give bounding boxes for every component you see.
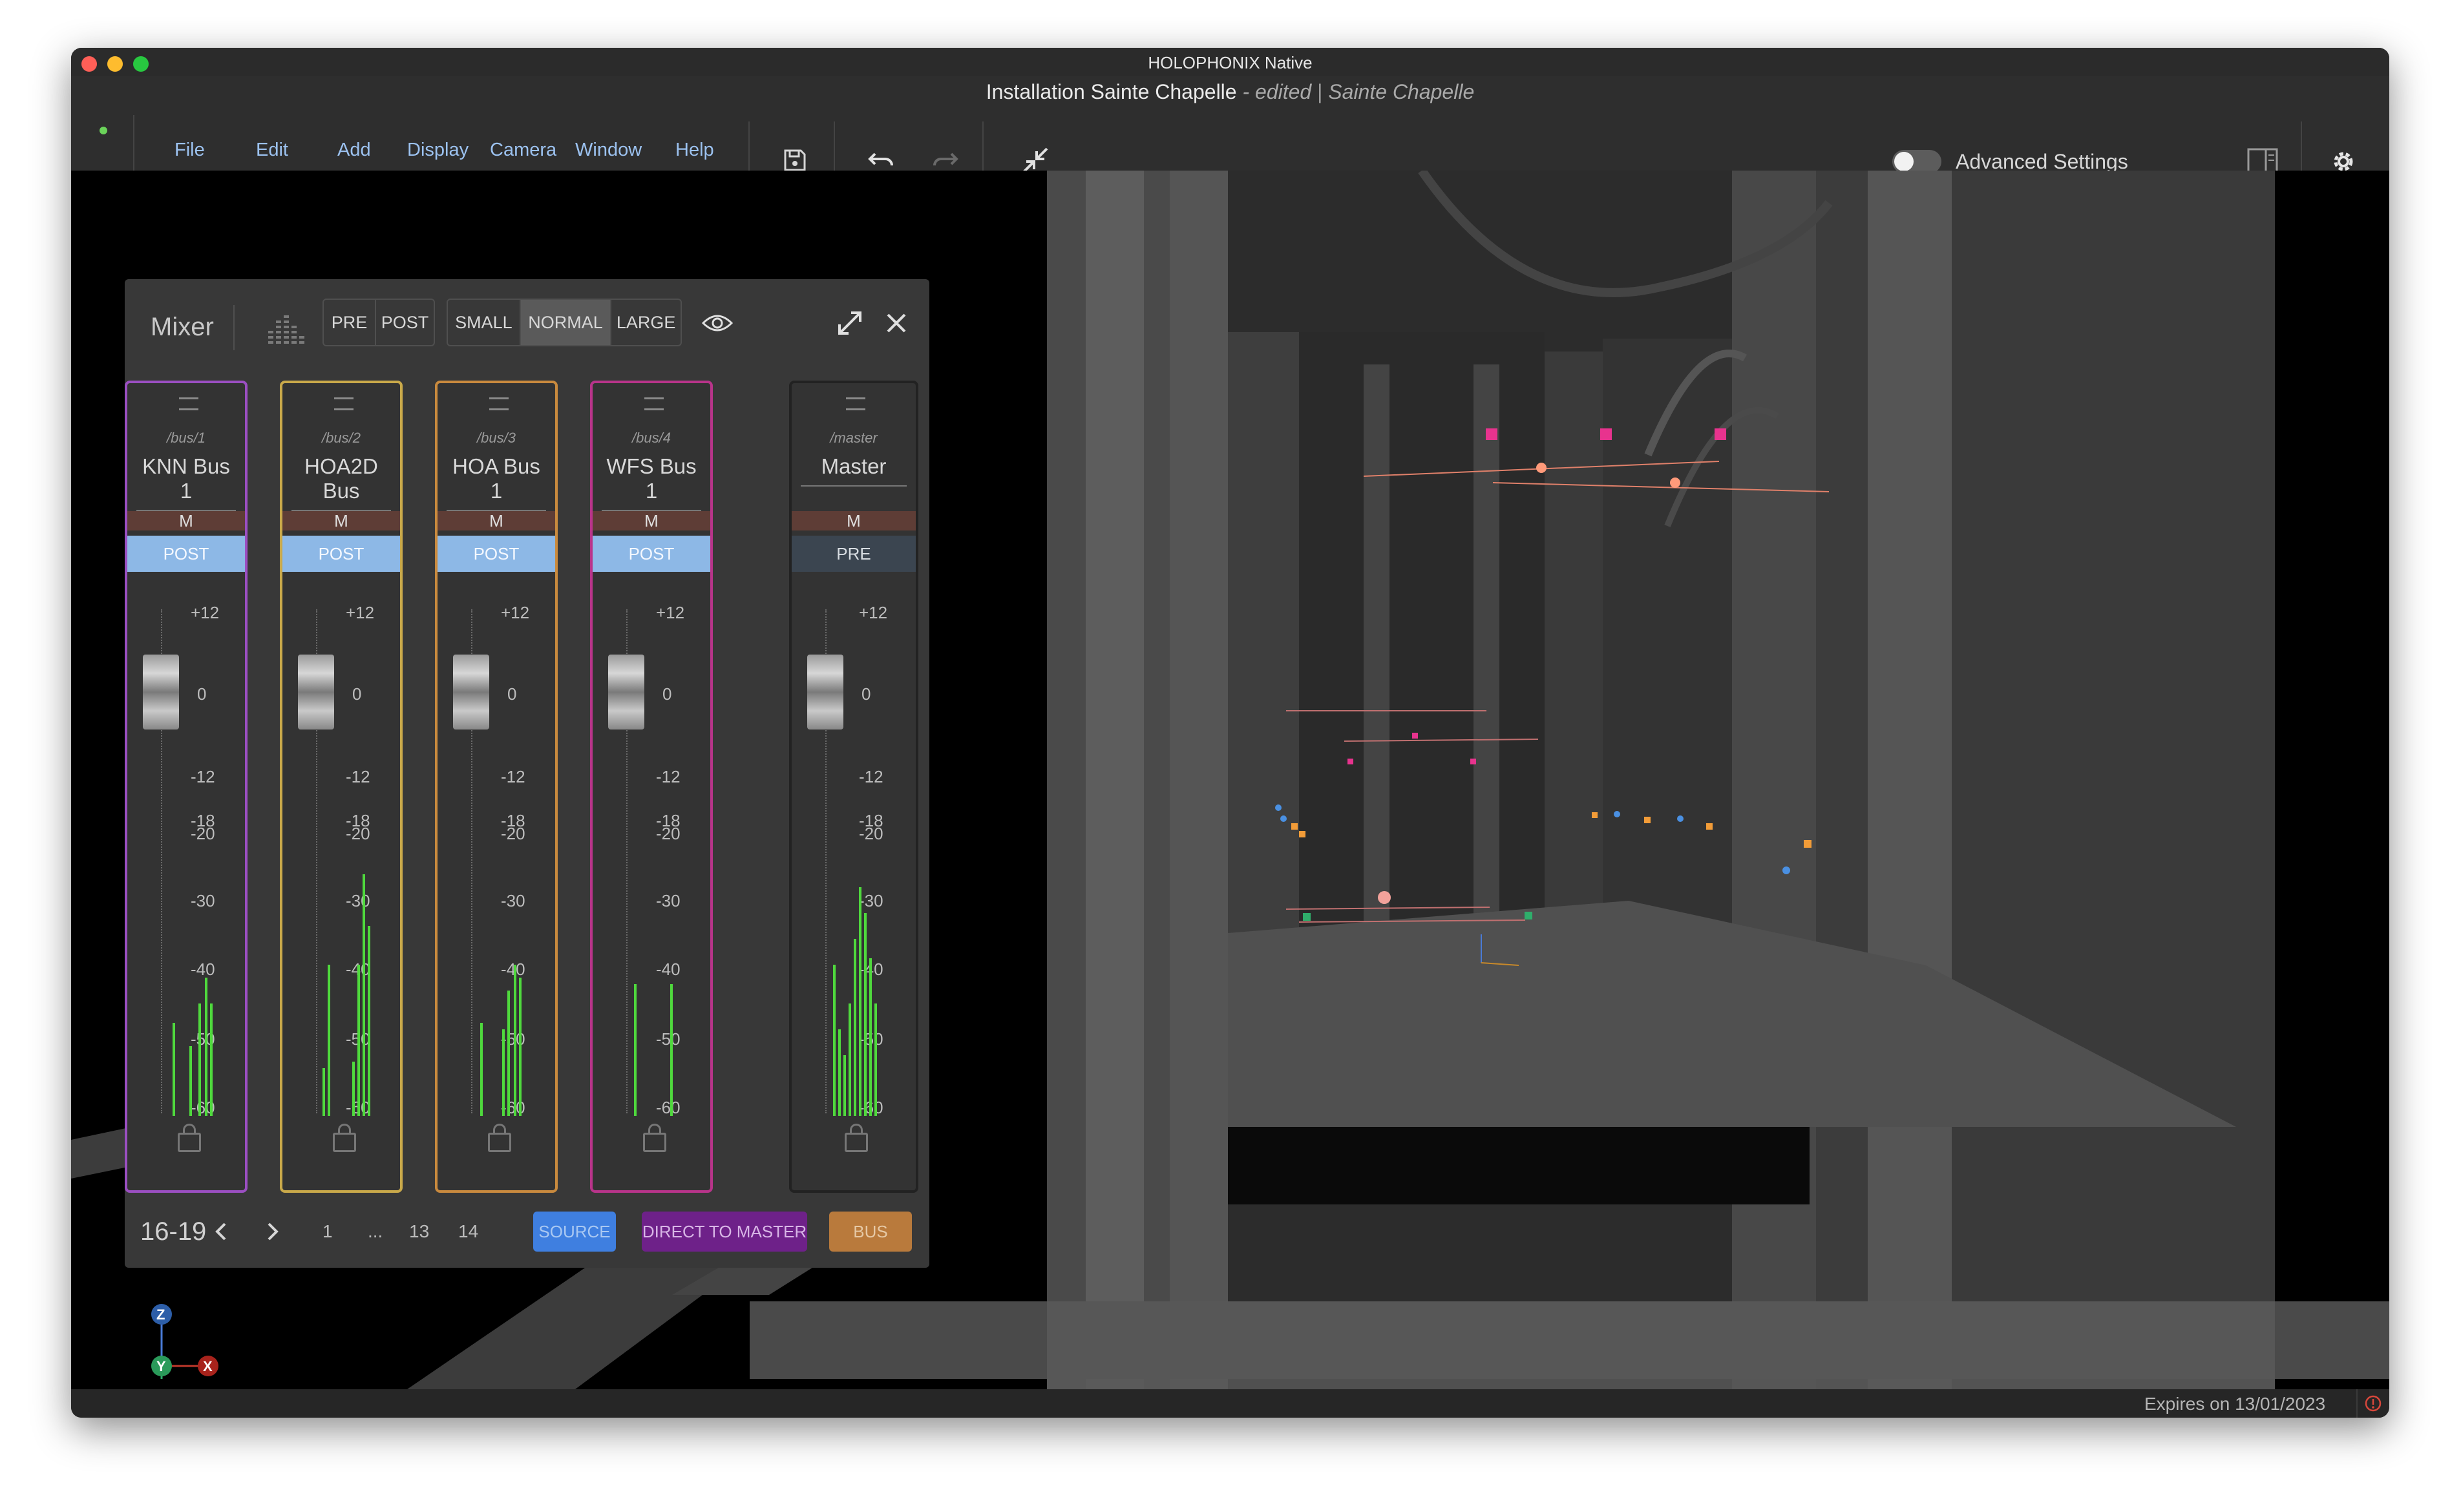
page-14[interactable]: 14 xyxy=(458,1221,478,1242)
window-title: HOLOPHONIX Native xyxy=(1148,53,1313,72)
mixer-title: Mixer xyxy=(151,313,214,341)
menu-add[interactable]: Add xyxy=(337,140,371,161)
mute-button[interactable]: M xyxy=(282,511,400,530)
fader-knob[interactable] xyxy=(298,655,334,730)
filter-source-button[interactable]: SOURCE xyxy=(533,1212,616,1252)
size-normal-button[interactable]: NORMAL xyxy=(520,300,612,345)
channel-strip-master: /master Master M PRE +12 0 -12 -18 -20 -… xyxy=(789,381,918,1193)
next-page-icon[interactable] xyxy=(266,1221,280,1242)
mute-button[interactable]: M xyxy=(127,511,245,530)
warning-icon[interactable] xyxy=(2364,1394,2382,1412)
status-bar: Expires on 13/01/2023 xyxy=(71,1389,2389,1418)
axis-z-label: Z xyxy=(156,1307,165,1323)
menu-edit[interactable]: Edit xyxy=(256,140,288,161)
size-small-button[interactable]: SMALL xyxy=(448,300,521,345)
prepost-button[interactable]: POST xyxy=(438,536,555,572)
filter-bus-button[interactable]: BUS xyxy=(829,1212,912,1252)
lock-icon[interactable] xyxy=(845,1124,868,1152)
advanced-settings-toggle[interactable] xyxy=(1892,150,1941,173)
redo-icon[interactable] xyxy=(931,149,959,172)
page-ellipsis: ... xyxy=(368,1221,383,1241)
save-icon[interactable] xyxy=(782,147,808,173)
strip-path: /bus/3 xyxy=(477,430,516,446)
size-large-button[interactable]: LARGE xyxy=(611,300,681,345)
strip-path: /bus/1 xyxy=(167,430,206,446)
prepost-button[interactable]: PRE xyxy=(792,536,916,572)
drag-handle-icon[interactable] xyxy=(179,397,198,410)
eye-icon[interactable] xyxy=(701,311,734,335)
menu-camera[interactable]: Camera xyxy=(490,140,556,161)
post-button[interactable]: POST xyxy=(376,300,434,345)
meters-icon[interactable] xyxy=(267,308,307,344)
drag-handle-icon[interactable] xyxy=(489,397,509,410)
divider xyxy=(2356,1389,2358,1418)
filter-direct-to-master-button[interactable]: DIRECT TO MASTER xyxy=(642,1212,807,1252)
mixer-panel: Mixer PRE POST SMALL NORMAL LARGE /bus/1… xyxy=(125,279,929,1268)
menu-display[interactable]: Display xyxy=(407,140,469,161)
lock-icon[interactable] xyxy=(333,1124,356,1152)
page-1[interactable]: 1 xyxy=(322,1221,333,1242)
fader-knob[interactable] xyxy=(143,655,179,730)
strip-path: /bus/2 xyxy=(322,430,361,446)
axis-x-label: X xyxy=(203,1358,213,1374)
fader-knob[interactable] xyxy=(608,655,644,730)
strip-name[interactable]: HOA Bus 1 xyxy=(447,454,546,511)
fader-knob[interactable] xyxy=(453,655,489,730)
strip-path: /master xyxy=(830,430,878,446)
prev-page-icon[interactable] xyxy=(214,1221,228,1242)
mute-button[interactable]: M xyxy=(438,511,555,530)
document-title: Installation Sainte Chapelle - edited | … xyxy=(986,80,1475,103)
title-bar: HOLOPHONIX Native xyxy=(71,48,2389,76)
channel-strip-bus-4: /bus/4 WFS Bus 1 M POST +12 0 -12 -18 -2… xyxy=(590,381,713,1193)
undo-icon[interactable] xyxy=(867,149,896,172)
page-range: 16-19 xyxy=(140,1217,207,1246)
menu-help[interactable]: Help xyxy=(675,140,714,161)
axes-gizmo[interactable]: Z Y X xyxy=(136,1295,252,1389)
mute-button[interactable]: M xyxy=(593,511,710,530)
strip-name[interactable]: KNN Bus 1 xyxy=(136,454,236,511)
axis-y-label: Y xyxy=(156,1358,166,1374)
prepost-button[interactable]: POST xyxy=(127,536,245,572)
prepost-button[interactable]: POST xyxy=(593,536,710,572)
menu-file[interactable]: File xyxy=(174,140,205,161)
drag-handle-icon[interactable] xyxy=(644,397,664,410)
divider xyxy=(233,305,235,350)
drag-handle-icon[interactable] xyxy=(334,397,354,410)
license-expiry: Expires on 13/01/2023 xyxy=(2144,1394,2326,1414)
lock-icon[interactable] xyxy=(643,1124,666,1152)
expand-icon[interactable] xyxy=(837,310,863,336)
lock-icon[interactable] xyxy=(488,1124,511,1152)
drag-handle-icon[interactable] xyxy=(846,397,865,410)
fader-knob[interactable] xyxy=(807,655,843,730)
channel-strip-bus-2: /bus/2 HOA2D Bus M POST +12 0 -12 -18 -2… xyxy=(280,381,403,1193)
strip-path: /bus/4 xyxy=(632,430,671,446)
page-13[interactable]: 13 xyxy=(409,1221,429,1242)
app-window: HOLOPHONIX Native Installation Sainte Ch… xyxy=(71,48,2389,1418)
close-icon[interactable] xyxy=(885,311,908,335)
strip-name[interactable]: HOA2D Bus xyxy=(291,454,391,511)
prepost-toggle: PRE POST xyxy=(322,299,435,346)
size-toggle: SMALL NORMAL LARGE xyxy=(447,299,682,346)
lock-icon[interactable] xyxy=(178,1124,201,1152)
prepost-button[interactable]: POST xyxy=(282,536,400,572)
scene-viewport[interactable]: Mixer PRE POST SMALL NORMAL LARGE /bus/1… xyxy=(71,171,2389,1389)
strip-name[interactable]: Master xyxy=(801,454,907,487)
channel-strip-bus-1: /bus/1 KNN Bus 1 M POST +12 0 -12 -18 -2… xyxy=(125,381,248,1193)
strip-name[interactable]: WFS Bus 1 xyxy=(602,454,701,511)
pre-button[interactable]: PRE xyxy=(324,300,377,345)
mute-button[interactable]: M xyxy=(792,511,916,530)
menu-window[interactable]: Window xyxy=(575,140,642,161)
channel-strip-bus-3: /bus/3 HOA Bus 1 M POST +12 0 -12 -18 -2… xyxy=(435,381,558,1193)
